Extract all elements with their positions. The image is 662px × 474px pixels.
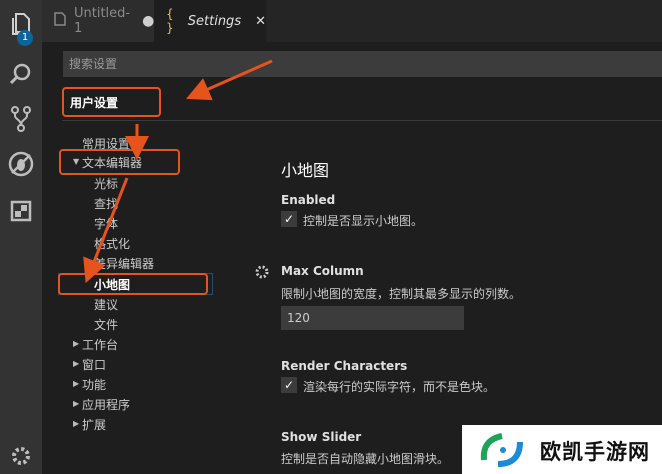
watermark-logo-icon — [476, 430, 532, 474]
watermark-text: 欧凯手游网 — [540, 440, 650, 464]
annotation-arrows — [83, 59, 273, 284]
annotation-arrow — [186, 59, 273, 101]
annotation-arrow — [83, 177, 129, 284]
